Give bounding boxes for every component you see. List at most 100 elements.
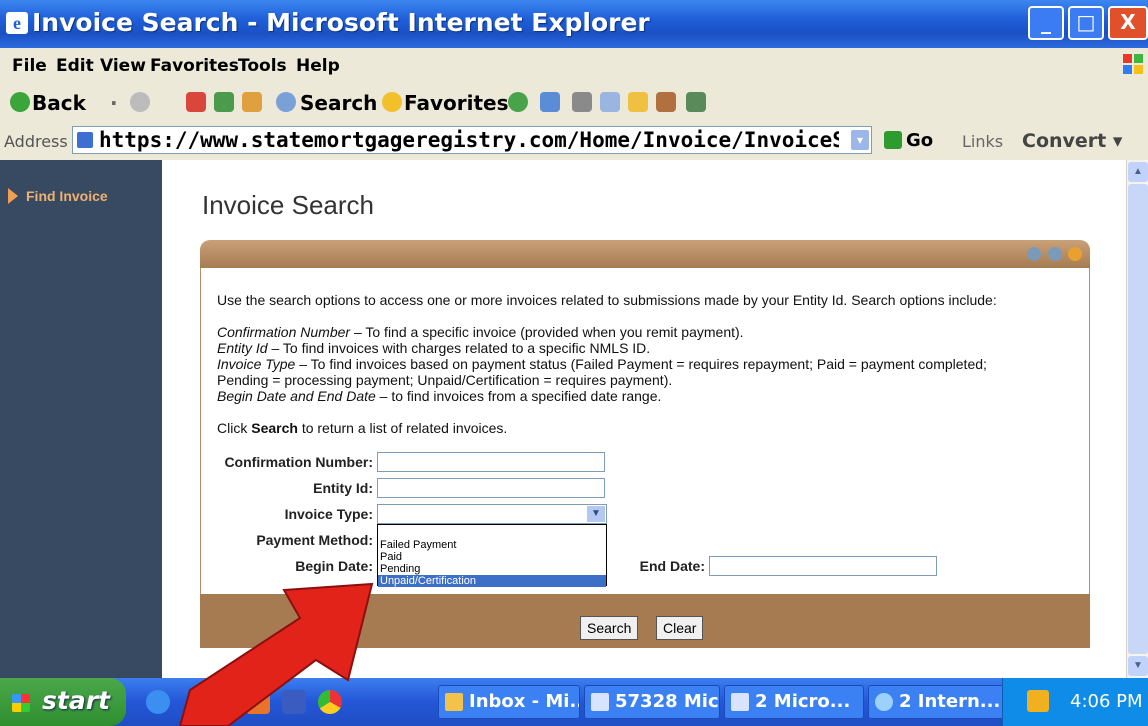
begin-date-label: Begin Date: [295,558,373,574]
invoice-type-dropdown: Failed Payment Paid Pending Unpaid/Certi… [377,524,607,587]
scroll-down-icon[interactable]: ▼ [1128,656,1148,676]
entity-id-input[interactable] [377,478,605,498]
task-57328[interactable]: 57328 Mic... [584,685,720,719]
messenger-icon[interactable] [686,92,706,112]
task-inbox[interactable]: Inbox - Mi... [438,685,580,719]
stop-icon[interactable] [186,92,206,112]
title-bar: e Invoice Search - Microsoft Internet Ex… [0,0,1148,48]
nav-item-label: Find Invoice [26,188,108,204]
scroll-thumb[interactable] [1128,184,1148,654]
option-pending[interactable]: Pending [380,563,420,575]
address-dropdown-icon[interactable]: ▾ [851,130,869,150]
convert-button[interactable]: Convert ▾ [1022,130,1122,152]
click-search-text: Click Search to return a list of related… [217,420,507,436]
task-ie-group[interactable]: 2 Intern... [868,685,1004,719]
outlook-quicklaunch-icon[interactable] [246,690,270,714]
end-date-input[interactable] [709,556,937,576]
click-bold: Search [251,420,298,436]
menu-favorites[interactable]: Favorites [150,56,239,76]
entity-id-label: Entity Id: [313,480,373,496]
click-post: to return a list of related invoices. [297,420,508,436]
document-icon [591,693,609,711]
home-icon[interactable] [242,92,262,112]
task-word-group[interactable]: 2 Micro... [724,685,864,719]
chrome-quicklaunch-icon[interactable] [318,690,342,714]
address-url[interactable]: https://www.statemortgageregistry.com/Ho… [99,128,839,152]
go-button[interactable]: Go [884,130,933,151]
print-icon[interactable] [1027,247,1042,261]
search-button[interactable]: Search [300,91,377,115]
search-icon [276,92,296,112]
menu-tools[interactable]: Tools [238,56,287,76]
task-label: 57328 Mic... [615,691,719,712]
refresh-icon[interactable] [214,92,234,112]
scroll-up-icon[interactable]: ▲ [1128,162,1148,182]
panel-footer [200,594,1090,648]
history-icon[interactable] [508,92,528,112]
menu-view[interactable]: View [100,56,146,76]
help-term: Confirmation Number [217,324,351,340]
print-icon[interactable] [572,92,592,112]
windows-flag-icon [12,694,30,712]
help-desc: – To find a specific invoice (provided w… [350,324,744,340]
tray-app-icon[interactable] [1027,690,1049,712]
address-label: Address [4,132,68,151]
invoice-type-select[interactable]: ▼ [377,504,607,524]
intro-text: Use the search options to access one or … [217,292,997,308]
panel-header [200,240,1090,268]
option-failed-payment[interactable]: Failed Payment [380,539,456,551]
payment-method-label: Payment Method: [256,532,373,548]
word-quicklaunch-icon[interactable] [282,690,306,714]
export-icon[interactable] [1047,247,1062,261]
end-date-label: End Date: [639,558,705,574]
help-icon[interactable] [1068,247,1082,261]
address-bar: Address https://www.statemortgageregistr… [0,122,1148,162]
address-input[interactable]: https://www.statemortgageregistry.com/Ho… [72,126,872,154]
clear-button[interactable]: Clear [656,616,704,640]
menu-help[interactable]: Help [296,56,340,76]
option-unpaid-certification[interactable]: Unpaid/Certification [378,575,606,587]
minimize-button[interactable]: _ [1028,6,1064,40]
task-label: 2 Intern... [899,691,1001,712]
forward-arrow-icon[interactable] [130,92,150,112]
taskbar: start Inbox - Mi... 57328 Mic... 2 Micro… [0,678,1148,726]
page-title: Invoice Search [202,190,374,220]
clock: 4:06 PM [1070,691,1143,712]
confirmation-number-input[interactable] [377,452,605,472]
favorites-button[interactable]: Favorites [404,91,509,115]
search-button[interactable]: Search [580,616,639,640]
maximize-button[interactable]: □ [1068,6,1104,40]
start-button[interactable]: start [0,678,126,726]
links-button[interactable]: Links [962,132,1003,151]
help-line: Pending = processing payment; Unpaid/Cer… [217,372,672,388]
help-desc: – To find invoices based on payment stat… [295,356,987,372]
back-dropdown[interactable]: · [110,91,118,115]
search-panel: Use the search options to access one or … [200,268,1090,595]
help-desc: – to find invoices from a specified date… [375,388,662,404]
research-icon[interactable] [656,92,676,112]
outlook-icon [445,693,463,711]
favorites-star-icon [382,92,402,112]
back-arrow-icon [10,92,30,112]
ie-quicklaunch-icon[interactable] [146,690,170,714]
go-label: Go [906,130,934,151]
ie-icon [875,693,893,711]
folder-icon[interactable] [628,92,648,112]
menu-file[interactable]: File [12,56,47,76]
edit-icon[interactable] [600,92,620,112]
help-line: Invoice Type – To find invoices based on… [217,356,987,372]
click-pre: Click [217,420,252,436]
close-button[interactable]: X [1108,6,1148,40]
option-paid[interactable]: Paid [380,551,402,563]
mail-icon[interactable] [540,92,560,112]
vertical-scrollbar[interactable]: ▲ ▼ [1126,160,1148,678]
chevron-down-icon[interactable]: ▼ [587,506,605,522]
menu-edit[interactable]: Edit [56,56,94,76]
back-button[interactable]: Back [32,91,86,115]
help-desc: Pending = processing payment; Unpaid/Cer… [217,372,673,388]
help-term: Invoice Type [217,356,296,372]
ie-icon[interactable]: e [6,12,28,34]
task-label: Inbox - Mi... [469,691,580,712]
toolbar: Back · Search Favorites [0,82,1148,123]
nav-item-find-invoice[interactable]: Find Invoice [8,188,108,204]
